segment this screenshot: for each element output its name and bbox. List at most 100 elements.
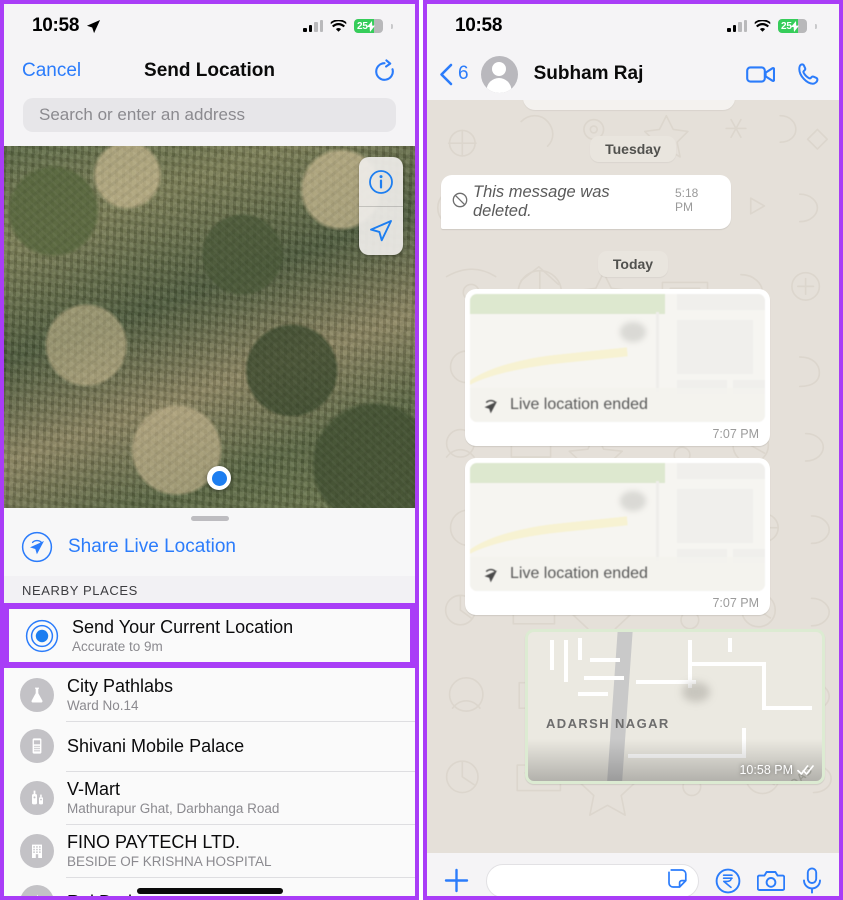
rupee-payment-icon[interactable] [715,868,741,894]
share-live-location-row[interactable]: Share Live Location [4,521,415,576]
map-street [564,640,568,682]
info-icon[interactable] [359,157,403,206]
wifi-icon [330,19,347,32]
video-camera-icon[interactable] [746,64,775,85]
monument-icon [20,885,54,896]
list-item-title: Shivani Mobile Palace [67,735,245,756]
search-placeholder: Search or enter an address [39,105,246,124]
right-status-bar: 10:58 25 [427,4,839,48]
map-street [590,658,620,662]
list-item-text: FINO PAYTECH LTD. BESIDE OF KRISHNA HOSP… [67,832,272,869]
live-location-status: Live location ended [510,565,648,582]
location-status-footer: Live location ended [470,557,765,591]
sticker-icon[interactable] [666,867,689,895]
list-item-send-current-location[interactable]: Send Your Current Location Accurate to 9… [9,609,410,662]
message-timestamp: 5:18 PM [674,186,699,214]
list-item-text: Shivani Mobile Palace [67,736,244,757]
back-button[interactable]: 6 [439,63,469,86]
list-item-text: City Pathlabs Ward No.14 [67,676,173,713]
navigation-arrow-icon[interactable] [359,206,403,255]
map-street [584,676,624,680]
list-item-text: Send Your Current Location Accurate to 9… [72,617,293,654]
double-check-icon [797,765,814,775]
battery-indicator: 25 [778,19,807,33]
message-input[interactable] [486,863,699,896]
live-location-icon [484,568,497,582]
map-street [550,640,554,670]
list-item-raj-darbar[interactable]: Raj Darbar [4,877,415,897]
chat-message-area[interactable]: Tuesday This message was deleted. 5:18 P… [427,100,839,853]
map-block [676,294,765,310]
map-area-label: ADARSH NAGAR [546,716,670,731]
static-location-message[interactable]: ADARSH NAGAR NAGARDAHI ROAD 10:58 PM [525,629,825,784]
phone-icon[interactable] [797,62,821,86]
refresh-icon[interactable] [372,58,397,84]
day-divider-today: Today [597,251,669,277]
map-street [578,638,582,660]
search-bar-wrapper: Search or enter an address [4,94,415,146]
list-item-title: Raj Darbar [67,892,154,897]
mobile-phone-icon [20,729,54,763]
microphone-icon[interactable] [801,867,823,894]
cellular-bars-icon [727,20,747,32]
screenshot-stage: 10:58 25 Cancel Send Location Search or … [0,0,843,900]
chat-actions [746,62,821,86]
wifi-icon [754,19,771,32]
camera-icon[interactable] [757,869,785,893]
list-item-shivani-mobile-palace[interactable]: Shivani Mobile Palace [4,721,415,771]
location-thumbnail: Live location ended [470,463,765,591]
list-item-fino-paytech[interactable]: FINO PAYTECH LTD. BESIDE OF KRISHNA HOSP… [4,824,415,877]
list-item-v-mart[interactable]: V-Mart Mathurapur Ghat, Darbhanga Road [4,771,415,824]
list-item-city-pathlabs[interactable]: City Pathlabs Ward No.14 [4,668,415,721]
list-item-subtitle: Ward No.14 [67,698,139,713]
store-bottles-icon [20,780,54,815]
message-input-bar [427,853,839,896]
plus-icon[interactable] [443,867,470,894]
send-location-navbar: Cancel Send Location [4,48,415,94]
battery-cap [391,23,393,29]
red-map-pin [606,312,646,342]
list-item-subtitle: BESIDE OF KRISHNA HOSPITAL [67,854,272,869]
satellite-map[interactable] [4,146,415,508]
cancel-button[interactable]: Cancel [22,60,81,82]
avatar-body [486,77,512,93]
nearby-places-header: NEARBY PLACES [4,576,415,603]
message-meta: 10:58 PM [739,763,814,777]
office-building-icon [20,833,54,868]
map-block [676,489,754,543]
contact-name[interactable]: Subham Raj [534,63,644,85]
live-location-icon [20,530,54,564]
nearby-places-list: Send Your Current Location Accurate to 9… [4,603,415,897]
status-bar-right: 25 [303,19,393,33]
map-street [762,706,812,710]
map-street [728,638,732,652]
live-location-message-2[interactable]: Live location ended 7:07 PM [465,458,770,615]
left-phone-frame: 10:58 25 Cancel Send Location Search or … [0,0,419,900]
chat-thread: Tuesday This message was deleted. 5:18 P… [441,100,825,784]
current-location-target-icon [25,619,59,653]
list-item-title: V-Mart [67,779,121,799]
search-input[interactable]: Search or enter an address [23,98,396,132]
message-timestamp: 7:07 PM [712,596,759,610]
left-status-bar: 10:58 25 [4,4,415,48]
live-location-message-1[interactable]: Live location ended 7:07 PM [465,289,770,446]
lab-flask-icon [20,677,54,712]
day-divider-tuesday: Tuesday [590,136,676,162]
red-map-pin [606,481,646,511]
avatar-head [492,61,507,76]
deleted-message-bubble[interactable]: This message was deleted. 5:18 PM [441,175,731,229]
map-controls [359,157,403,255]
live-location-icon [484,399,497,413]
map-street [688,662,766,666]
status-time: 10:58 [32,15,80,36]
highlight-annotation: Send Your Current Location Accurate to 9… [4,603,415,668]
battery-indicator: 25 [354,19,383,33]
avatar[interactable] [480,55,518,93]
right-phone-frame: 10:58 25 6 Subham Raj Tuesday This messa… [423,0,843,900]
status-bar-left: 10:58 [455,15,502,37]
list-item-title: FINO PAYTECH LTD. [67,832,241,852]
map-road [655,481,659,561]
live-location-status: Live location ended [510,396,648,413]
list-item-text: Raj Darbar [67,892,154,897]
map-block [676,463,765,479]
